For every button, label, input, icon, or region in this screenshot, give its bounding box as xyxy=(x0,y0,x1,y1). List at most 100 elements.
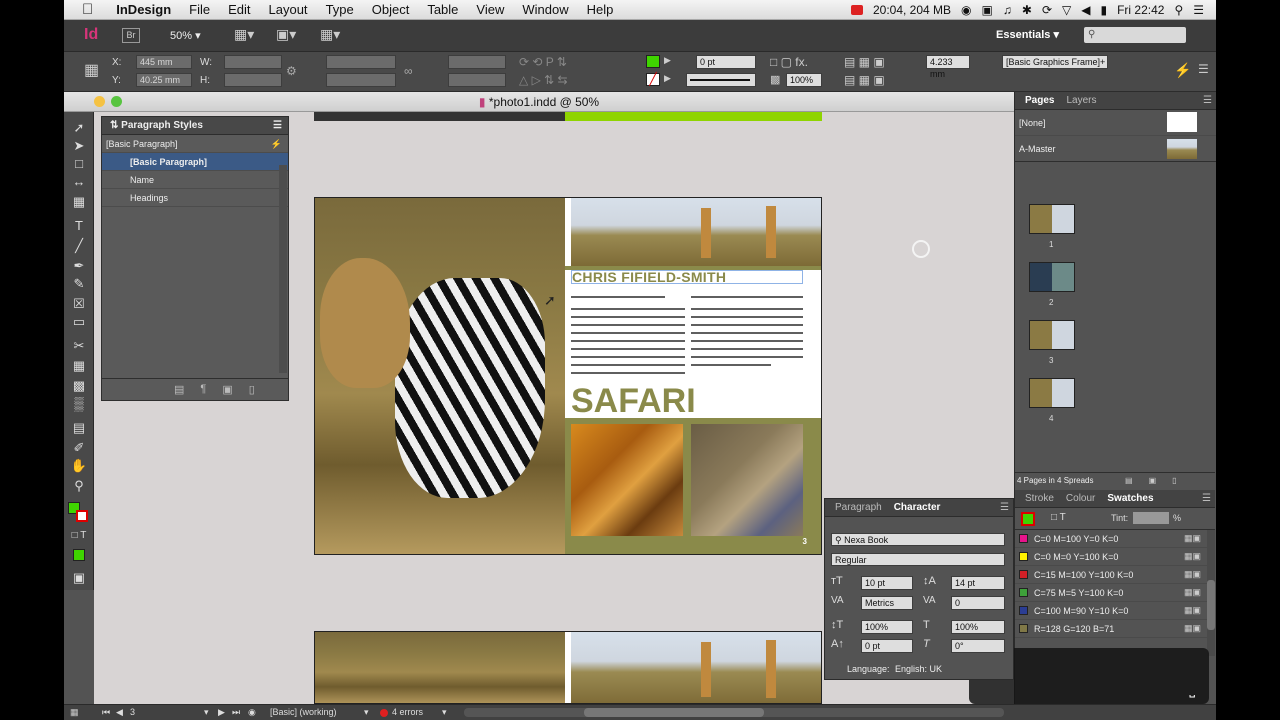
wifi-icon[interactable]: ▽ xyxy=(1062,3,1071,17)
bottom-right-photo[interactable] xyxy=(571,632,821,703)
menu-window[interactable]: Window xyxy=(513,2,577,17)
scale-y-field[interactable] xyxy=(326,73,396,87)
hand-tool-icon[interactable]: ✋ xyxy=(70,458,88,474)
character-menu-icon[interactable]: ☰ xyxy=(1000,502,1009,513)
fill-stroke-proxy[interactable] xyxy=(68,502,90,524)
preflight-icon[interactable]: ▦ xyxy=(70,705,79,720)
pages-menu-icon[interactable]: ☰ xyxy=(1203,95,1212,106)
horizontal-scrollbar[interactable] xyxy=(464,708,1004,717)
zoom-tool-icon[interactable]: ⚲ xyxy=(70,478,88,494)
app-status-icon[interactable]: ▣ xyxy=(982,3,993,17)
pen-tool-icon[interactable]: ✒ xyxy=(70,258,88,274)
page-thumb-1[interactable] xyxy=(1029,204,1075,234)
apple-icon[interactable]:  xyxy=(64,1,107,18)
flip-icons[interactable]: △ ▷ ⇅ ⇆ xyxy=(519,73,568,87)
style-item-headings[interactable]: Headings xyxy=(102,189,288,207)
safari-headline[interactable]: SAFARI xyxy=(571,384,696,418)
text-wrap-icons[interactable]: ▤ ▦ ▣ xyxy=(844,55,885,69)
swatch-row[interactable]: C=15 M=100 Y=100 K=0 ▦▣ xyxy=(1015,566,1207,584)
notification-center-icon[interactable]: ☰ xyxy=(1193,3,1204,17)
swatches-scroll-thumb[interactable] xyxy=(1207,580,1215,630)
height-field[interactable] xyxy=(224,73,282,87)
menu-table[interactable]: Table xyxy=(418,2,467,17)
fill-swatch[interactable] xyxy=(646,55,660,68)
cheetah-photo[interactable] xyxy=(691,424,803,536)
gradient-feather-tool-icon[interactable]: ▒ xyxy=(70,396,88,412)
style-item-name[interactable]: Name xyxy=(102,171,288,189)
swatch-row[interactable]: C=100 M=90 Y=10 K=0 ▦▣ xyxy=(1015,602,1207,620)
delete-page-icon[interactable]: ▯ xyxy=(1172,473,1176,488)
stroke-type-field[interactable] xyxy=(686,73,756,87)
stroke-swatch[interactable]: ╱ xyxy=(646,73,660,86)
horizontal-scroll-thumb[interactable] xyxy=(584,708,764,717)
edit-page-size-icon[interactable]: ▤ xyxy=(1125,473,1133,488)
panel-menu-icon[interactable]: ☰ xyxy=(273,117,282,135)
audio-icon[interactable]: ♫ xyxy=(1003,3,1012,17)
document-tab[interactable]: ▮ *photo1.indd @ 50% xyxy=(64,92,1014,112)
paragraph-styles-header[interactable]: ⇅ Paragraph Styles ☰ xyxy=(102,117,288,135)
tiger-photo[interactable] xyxy=(571,424,683,536)
menu-view[interactable]: View xyxy=(467,2,513,17)
constrain-proportions-icon[interactable]: ⚙ xyxy=(286,64,297,78)
font-family-dropdown[interactable]: ⚲ Nexa Book xyxy=(831,533,1005,546)
free-transform-tool-icon[interactable]: ▦ xyxy=(70,358,88,374)
help-search-input[interactable]: ⚲ xyxy=(1084,27,1186,43)
apply-color-icon[interactable] xyxy=(73,549,85,561)
selection-tool-icon[interactable]: ➚ xyxy=(70,120,88,136)
opacity-field[interactable]: 100% xyxy=(786,73,822,87)
formatting-affects-container-icon[interactable]: □ T xyxy=(70,528,88,544)
recording-icon[interactable] xyxy=(850,4,863,15)
clock[interactable]: Fri 22:42 xyxy=(1117,3,1164,17)
open-page-icon[interactable]: ◉ xyxy=(248,705,256,720)
time-machine-icon[interactable]: ⟳ xyxy=(1042,3,1052,17)
page-thumb-4[interactable] xyxy=(1029,378,1075,408)
y-position-field[interactable]: 40.25 mm xyxy=(136,73,192,87)
new-group-icon[interactable]: ▤ xyxy=(174,383,184,400)
pencil-tool-icon[interactable]: ✎ xyxy=(70,276,88,292)
vertical-scale-field[interactable]: 100% xyxy=(861,620,913,634)
zoom-level-dropdown[interactable]: 50% ▾ xyxy=(170,29,201,42)
type-tool-icon[interactable]: T xyxy=(70,218,88,234)
swatch-row[interactable]: C=0 M=0 Y=100 K=0 ▦▣ xyxy=(1015,548,1207,566)
scale-x-field[interactable] xyxy=(326,55,396,69)
view-options-icon[interactable]: ▦▾ xyxy=(234,26,254,43)
quick-apply-icon[interactable]: ⚡ xyxy=(1174,62,1191,79)
first-page-icon[interactable]: ⏮ xyxy=(102,705,110,720)
rectangle-tool-icon[interactable]: ▭ xyxy=(70,314,88,330)
width-field[interactable] xyxy=(224,55,282,69)
preflight-profile[interactable]: [Basic] (working) xyxy=(270,705,337,720)
bluetooth-icon[interactable]: ✱ xyxy=(1022,3,1032,17)
note-tool-icon[interactable]: ▤ xyxy=(70,420,88,436)
link-scale-icon[interactable]: ∞ xyxy=(404,64,413,78)
tab-swatches[interactable]: Swatches xyxy=(1101,493,1159,504)
horizontal-scale-field[interactable]: 100% xyxy=(951,620,1005,634)
zebra-lion-photo[interactable] xyxy=(315,198,565,554)
menu-layout[interactable]: Layout xyxy=(260,2,317,17)
tab-character[interactable]: Character xyxy=(888,502,947,513)
menu-file[interactable]: File xyxy=(180,2,219,17)
page-thumb-2[interactable] xyxy=(1029,262,1075,292)
screen-mode-tool-icon[interactable]: ▣ xyxy=(70,570,88,586)
page-dropdown-icon[interactable]: ▾ xyxy=(204,705,209,720)
leading-field[interactable]: 14 pt xyxy=(951,576,1005,590)
delete-style-icon[interactable]: ▯ xyxy=(249,383,255,400)
control-menu-icon[interactable]: ☰ xyxy=(1198,62,1209,76)
tab-stroke[interactable]: Stroke xyxy=(1019,493,1060,504)
menu-type[interactable]: Type xyxy=(317,2,363,17)
giraffe-photo[interactable] xyxy=(571,198,821,266)
zoom-window-icon[interactable] xyxy=(111,96,122,107)
baseline-shift-field[interactable]: 0 pt xyxy=(861,639,913,653)
formatting-container-icon[interactable]: □ T xyxy=(1051,512,1066,523)
quick-apply-style-icon[interactable]: ⚡ xyxy=(271,135,282,153)
reference-point-icon[interactable]: ▦ xyxy=(84,60,99,80)
stroke-dropdown-icon[interactable]: ▶ xyxy=(664,73,671,84)
line-tool-icon[interactable]: ╱ xyxy=(70,238,88,254)
page-tool-icon[interactable]: □ xyxy=(70,156,88,172)
previous-page-icon[interactable]: ◀ xyxy=(116,705,123,720)
stroke-proxy-icon[interactable] xyxy=(76,510,88,522)
errors-dropdown-icon[interactable]: ▾ xyxy=(442,705,447,720)
tab-colour[interactable]: Colour xyxy=(1060,493,1101,504)
menu-object[interactable]: Object xyxy=(363,2,419,17)
new-style-icon[interactable]: ▣ xyxy=(222,383,232,400)
battery-icon[interactable]: ▮ xyxy=(1100,3,1107,17)
